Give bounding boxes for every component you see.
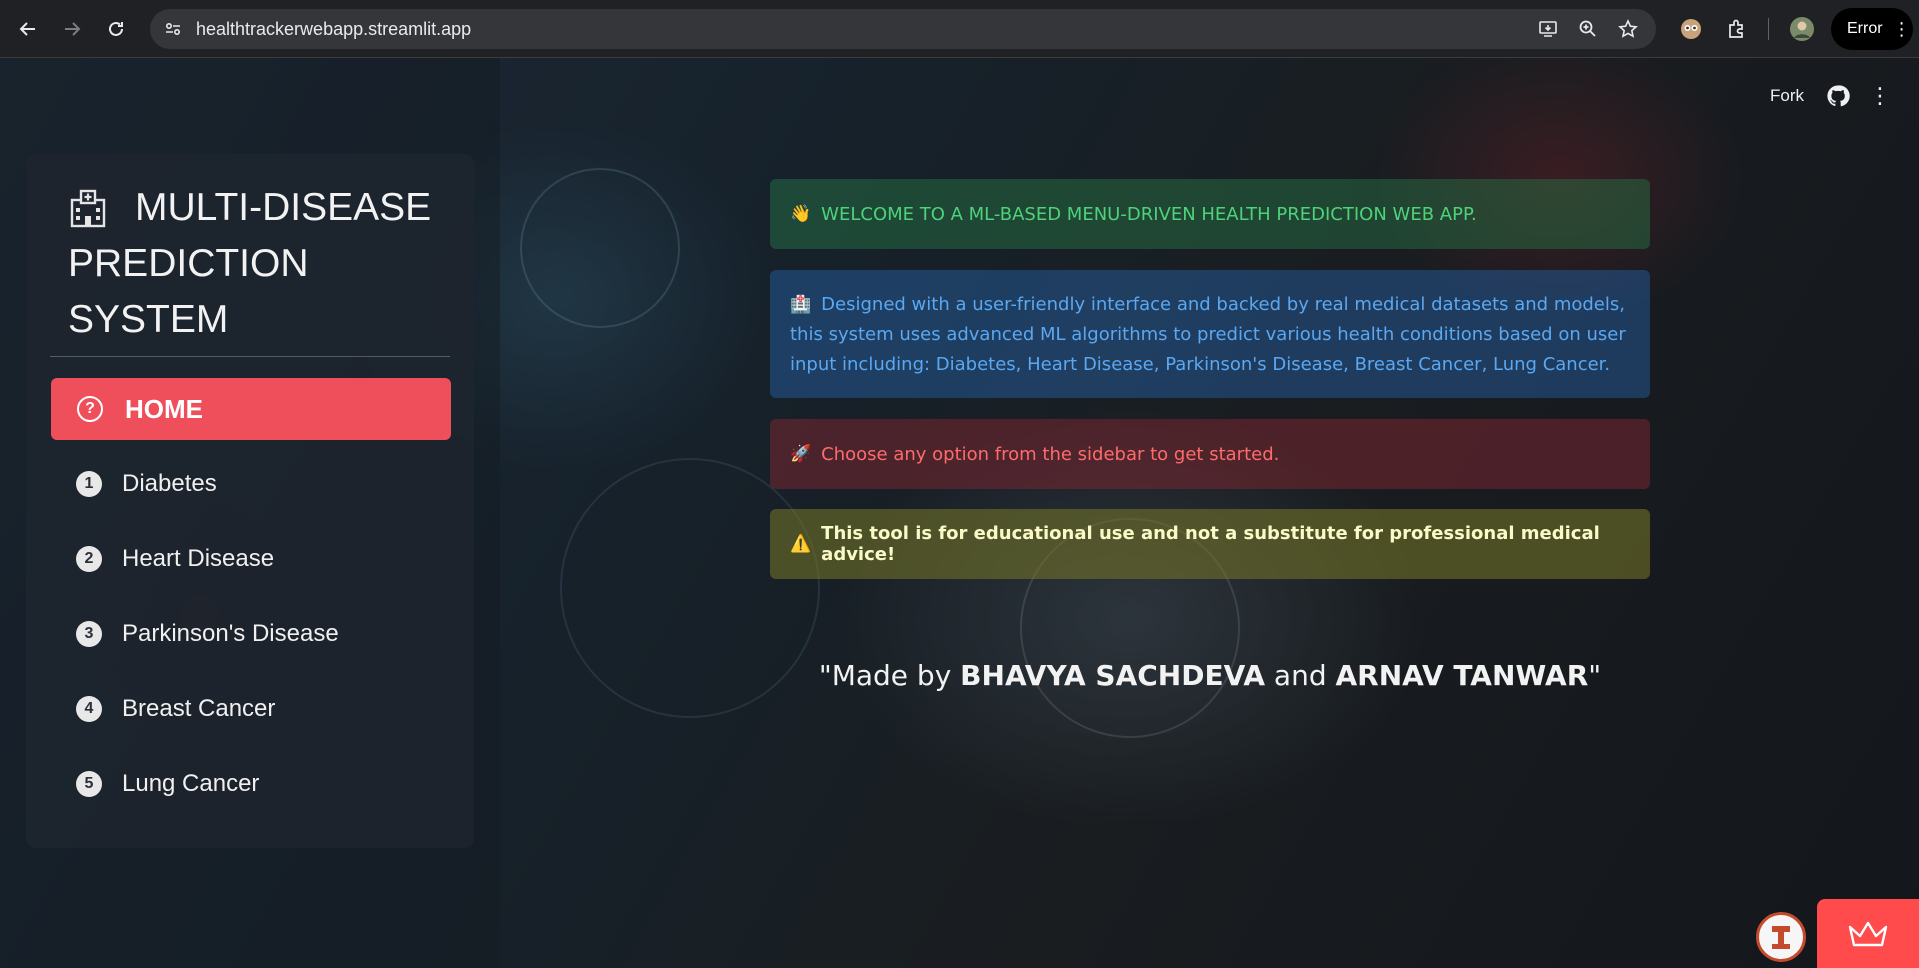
star-icon[interactable] — [1616, 17, 1640, 41]
zoom-icon[interactable] — [1576, 17, 1600, 41]
info-alert: 🏥 Designed with a user-friendly interface… — [770, 270, 1650, 398]
menu-item-heart-disease[interactable]: 2 Heart Disease — [51, 528, 451, 590]
menu-item-label: Diabetes — [122, 470, 217, 497]
hospital-emoji-icon: 🏥 — [790, 295, 812, 315]
info-text-block: 🏥 Designed with a user-friendly interface… — [790, 290, 1630, 380]
menu-divider — [50, 356, 450, 357]
menu-item-label: Parkinson's Disease — [122, 620, 339, 647]
site-info-icon[interactable] — [162, 18, 184, 40]
number-5-icon: 5 — [76, 771, 102, 797]
toolbar-divider — [1768, 18, 1769, 40]
streamlit-crown-icon[interactable] — [1817, 899, 1919, 968]
info-text: Designed with a user-friendly interface … — [790, 294, 1626, 375]
rocket-icon: 🚀 — [790, 444, 812, 464]
menu-item-lung-cancer[interactable]: 5 Lung Cancer — [51, 753, 451, 815]
fork-button[interactable]: Fork — [1770, 86, 1804, 106]
profile-error-label: Error — [1847, 20, 1883, 37]
back-arrow-icon[interactable] — [12, 13, 44, 45]
profile-error-button[interactable]: Error ⋮ — [1831, 8, 1913, 50]
app-page: MULTI-DISEASE PREDICTION SYSTEM ? HOME 1… — [0, 58, 1919, 968]
credit-prefix: "Made by — [818, 659, 961, 692]
menu-item-label: Breast Cancer — [122, 695, 276, 722]
menu-item-home[interactable]: ? HOME — [51, 378, 451, 440]
extensions-puzzle-icon[interactable] — [1722, 14, 1752, 44]
menu-item-diabetes[interactable]: 1 Diabetes — [51, 453, 451, 515]
menu-item-label: Heart Disease — [122, 545, 275, 572]
warning-icon: ⚠️ — [790, 534, 812, 554]
menu-item-parkinsons[interactable]: 3 Parkinson's Disease — [51, 603, 451, 665]
credit-author-2: ARNAV TANWAR — [1335, 659, 1589, 692]
kebab-menu-icon[interactable]: ⋮ — [1868, 82, 1892, 110]
background-decoration — [520, 168, 680, 328]
welcome-alert: 👋 WELCOME TO A ML-BASED MENU-DRIVEN HEAL… — [770, 179, 1650, 249]
menu-item-label: Lung Cancer — [122, 770, 260, 797]
github-icon[interactable] — [1826, 84, 1850, 108]
warning-alert: ⚠️ This tool is for educational use and … — [770, 509, 1650, 579]
question-circle-icon: ? — [77, 396, 103, 422]
number-4-icon: 4 — [76, 696, 102, 722]
option-menu: MULTI-DISEASE PREDICTION SYSTEM ? HOME 1… — [26, 154, 474, 848]
credit-suffix: " — [1588, 659, 1602, 692]
install-app-icon[interactable] — [1536, 17, 1560, 41]
credit-author-1: BHAVYA SACHDEVA — [960, 659, 1266, 692]
credit-line: "Made by BHAVYA SACHDEVA and ARNAV TANWA… — [770, 659, 1650, 692]
profile-avatar-icon[interactable] — [1787, 14, 1817, 44]
menu-item-breast-cancer[interactable]: 4 Breast Cancer — [51, 678, 451, 740]
warning-text: This tool is for educational use and not… — [821, 523, 1600, 565]
number-2-icon: 2 — [76, 546, 102, 572]
reload-icon[interactable] — [100, 13, 132, 45]
browser-toolbar: healthtrackerwebapp.streamlit.app Error … — [0, 0, 1919, 58]
welcome-text: WELCOME TO A ML-BASED MENU-DRIVEN HEALTH… — [821, 203, 1477, 225]
menu-header: MULTI-DISEASE PREDICTION SYSTEM — [68, 180, 448, 348]
address-bar[interactable]: healthtrackerwebapp.streamlit.app — [150, 9, 1656, 49]
extension-avatar-icon[interactable] — [1676, 14, 1706, 44]
start-text: Choose any option from the sidebar to ge… — [821, 443, 1280, 465]
menu-item-label: HOME — [125, 393, 203, 424]
wave-icon: 👋 — [790, 204, 812, 224]
credit-joiner: and — [1265, 659, 1336, 692]
creator-avatar-icon[interactable] — [1756, 912, 1806, 962]
hospital-icon — [70, 189, 106, 228]
number-3-icon: 3 — [76, 621, 102, 647]
url-text: healthtrackerwebapp.streamlit.app — [196, 19, 472, 39]
start-alert: 🚀 Choose any option from the sidebar to … — [770, 419, 1650, 489]
forward-arrow-icon[interactable] — [56, 13, 88, 45]
number-1-icon: 1 — [76, 471, 102, 497]
menu-dots-icon[interactable]: ⋮ — [1893, 20, 1911, 38]
menu-title: MULTI-DISEASE PREDICTION SYSTEM — [68, 186, 432, 341]
